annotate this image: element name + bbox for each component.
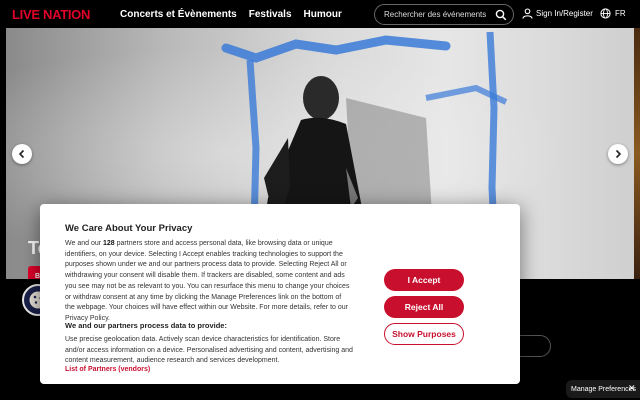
partner-count: 128 <box>103 240 115 247</box>
page: LIVE NATION Concerts et Évènements Festi… <box>0 0 640 400</box>
main-nav: Concerts et Évènements Festivals Humour <box>120 0 342 28</box>
language-label: FR <box>615 9 626 18</box>
signin-label: Sign In/Register <box>536 9 593 18</box>
search-box <box>374 4 514 25</box>
carousel-prev-button[interactable] <box>12 144 32 164</box>
live-nation-logo[interactable]: LIVE NATION <box>12 7 90 22</box>
consent-description: We and our 128 partners store and access… <box>65 239 350 325</box>
nav-festivals[interactable]: Festivals <box>249 9 292 20</box>
chevron-right-icon <box>615 149 622 159</box>
nav-concerts[interactable]: Concerts et Évènements <box>120 9 237 20</box>
show-purposes-button[interactable]: Show Purposes <box>384 323 464 345</box>
top-header: LIVE NATION Concerts et Évènements Festi… <box>0 0 640 28</box>
consent-title: We Care About Your Privacy <box>65 223 193 234</box>
consent-body-intro: We and our <box>65 240 104 247</box>
search-input[interactable] <box>384 10 496 19</box>
nav-humour[interactable]: Humour <box>304 9 342 20</box>
globe-icon <box>600 8 611 19</box>
partners-list-link[interactable]: List of Partners (vendors) <box>65 366 150 373</box>
privacy-consent-dialog: We Care About Your Privacy We and our 12… <box>40 204 520 384</box>
consent-subtitle: We and our partners process data to prov… <box>65 321 227 330</box>
next-slide-preview <box>634 28 640 279</box>
signin-link[interactable]: Sign In/Register <box>522 8 593 19</box>
user-icon <box>522 8 533 19</box>
carousel-next-button[interactable] <box>608 144 628 164</box>
reject-all-button[interactable]: Reject All <box>384 296 464 318</box>
language-selector[interactable]: FR <box>600 8 626 19</box>
accept-button[interactable]: I Accept <box>384 269 464 291</box>
consent-body-text: partners store and access personal data,… <box>65 240 350 322</box>
chevron-left-icon <box>18 149 25 159</box>
consent-purposes: Use precise geolocation data. Actively s… <box>65 336 353 365</box>
search-icon[interactable] <box>495 9 507 21</box>
close-icon[interactable]: ✕ <box>628 383 636 394</box>
